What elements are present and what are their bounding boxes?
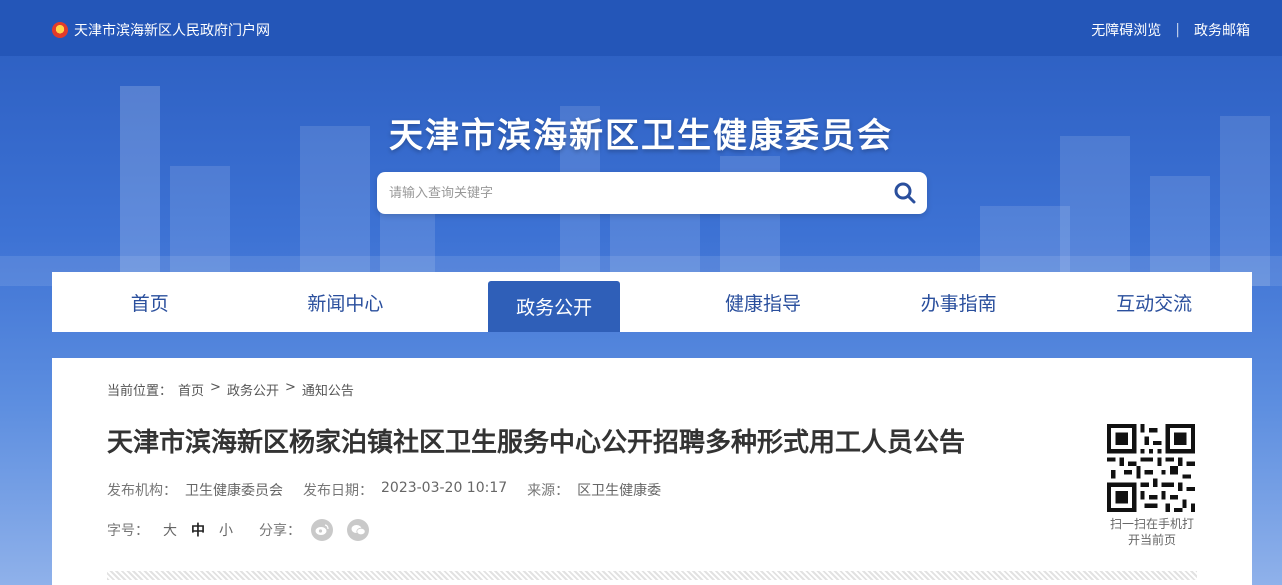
date-value: 2023-03-20 10:17 [381,480,508,496]
breadcrumb: 当前位置： 首页 > 政务公开 > 通知公告 [107,380,354,399]
font-size-large[interactable]: 大 [163,520,177,540]
nav-item-gov-affairs[interactable]: 政务公开 [488,281,621,332]
mail-link[interactable]: 政务邮箱 [1194,20,1250,40]
topbar-links: 无障碍浏览 | 政务邮箱 [1091,20,1250,40]
article-meta: 发布机构： 卫生健康委员会 发布日期： 2023-03-20 10:17 来源：… [107,480,681,500]
wechat-icon [351,525,366,536]
share-weibo-button[interactable] [311,519,333,541]
site-title: 天津市滨海新区卫生健康委员会 [389,116,893,156]
content-panel: 当前位置： 首页 > 政务公开 > 通知公告 天津市滨海新区杨家泊镇社区卫生服务… [52,358,1252,585]
search-icon [894,182,916,204]
nav-item-interaction[interactable]: 互动交流 [1056,272,1252,332]
qr-caption: 扫一扫在手机打 开当前页 [1102,516,1202,548]
source-value: 区卫生健康委 [577,483,662,499]
font-size-label: 字号： [107,523,149,539]
accessibility-link[interactable]: 无障碍浏览 [1091,20,1161,40]
qr-caption-line1: 扫一扫在手机打 [1109,517,1194,531]
source-label: 来源： [527,483,570,499]
article-tools: 字号： 大 中 小 分享： [107,519,383,541]
publisher-label: 发布机构： [107,483,177,499]
portal-link[interactable]: 天津市滨海新区人民政府门户网 [52,20,270,40]
search-input[interactable] [377,172,883,214]
nav-item-news[interactable]: 新闻中心 [248,272,444,332]
share-wechat-button[interactable] [347,519,369,541]
main-nav: 首页 新闻中心 政务公开 健康指导 办事指南 互动交流 [52,272,1252,332]
nav-item-health-guide[interactable]: 健康指导 [665,272,861,332]
breadcrumb-separator: > [284,380,296,395]
nav-item-service-guide[interactable]: 办事指南 [861,272,1057,332]
article-title: 天津市滨海新区杨家泊镇社区卫生服务中心公开招聘多种形式用工人员公告 [107,428,966,458]
nav-item-home[interactable]: 首页 [52,272,248,332]
national-emblem-icon [52,22,68,38]
font-size-medium[interactable]: 中 [191,520,205,540]
search-button[interactable] [883,172,927,214]
weibo-icon [315,524,329,535]
breadcrumb-notices[interactable]: 通知公告 [302,380,354,399]
share-label: 分享： [259,523,301,539]
font-size-small[interactable]: 小 [219,520,233,540]
breadcrumb-home[interactable]: 首页 [178,380,204,399]
top-bar: 天津市滨海新区人民政府门户网 无障碍浏览 | 政务邮箱 [0,0,1282,56]
qr-caption-line2: 开当前页 [1127,533,1176,547]
breadcrumb-gov-affairs[interactable]: 政务公开 [227,380,279,399]
city-skyline-banner [0,56,1282,286]
breadcrumb-prefix: 当前位置： [107,384,173,399]
topbar-separator: | [1175,22,1180,38]
portal-label[interactable]: 天津市滨海新区人民政府门户网 [74,20,270,40]
date-label: 发布日期： [303,483,373,499]
hatched-divider [107,571,1197,580]
qr-code [1107,424,1195,512]
search-box [377,172,927,214]
publisher-value: 卫生健康委员会 [185,483,283,499]
breadcrumb-separator: > [210,380,221,395]
